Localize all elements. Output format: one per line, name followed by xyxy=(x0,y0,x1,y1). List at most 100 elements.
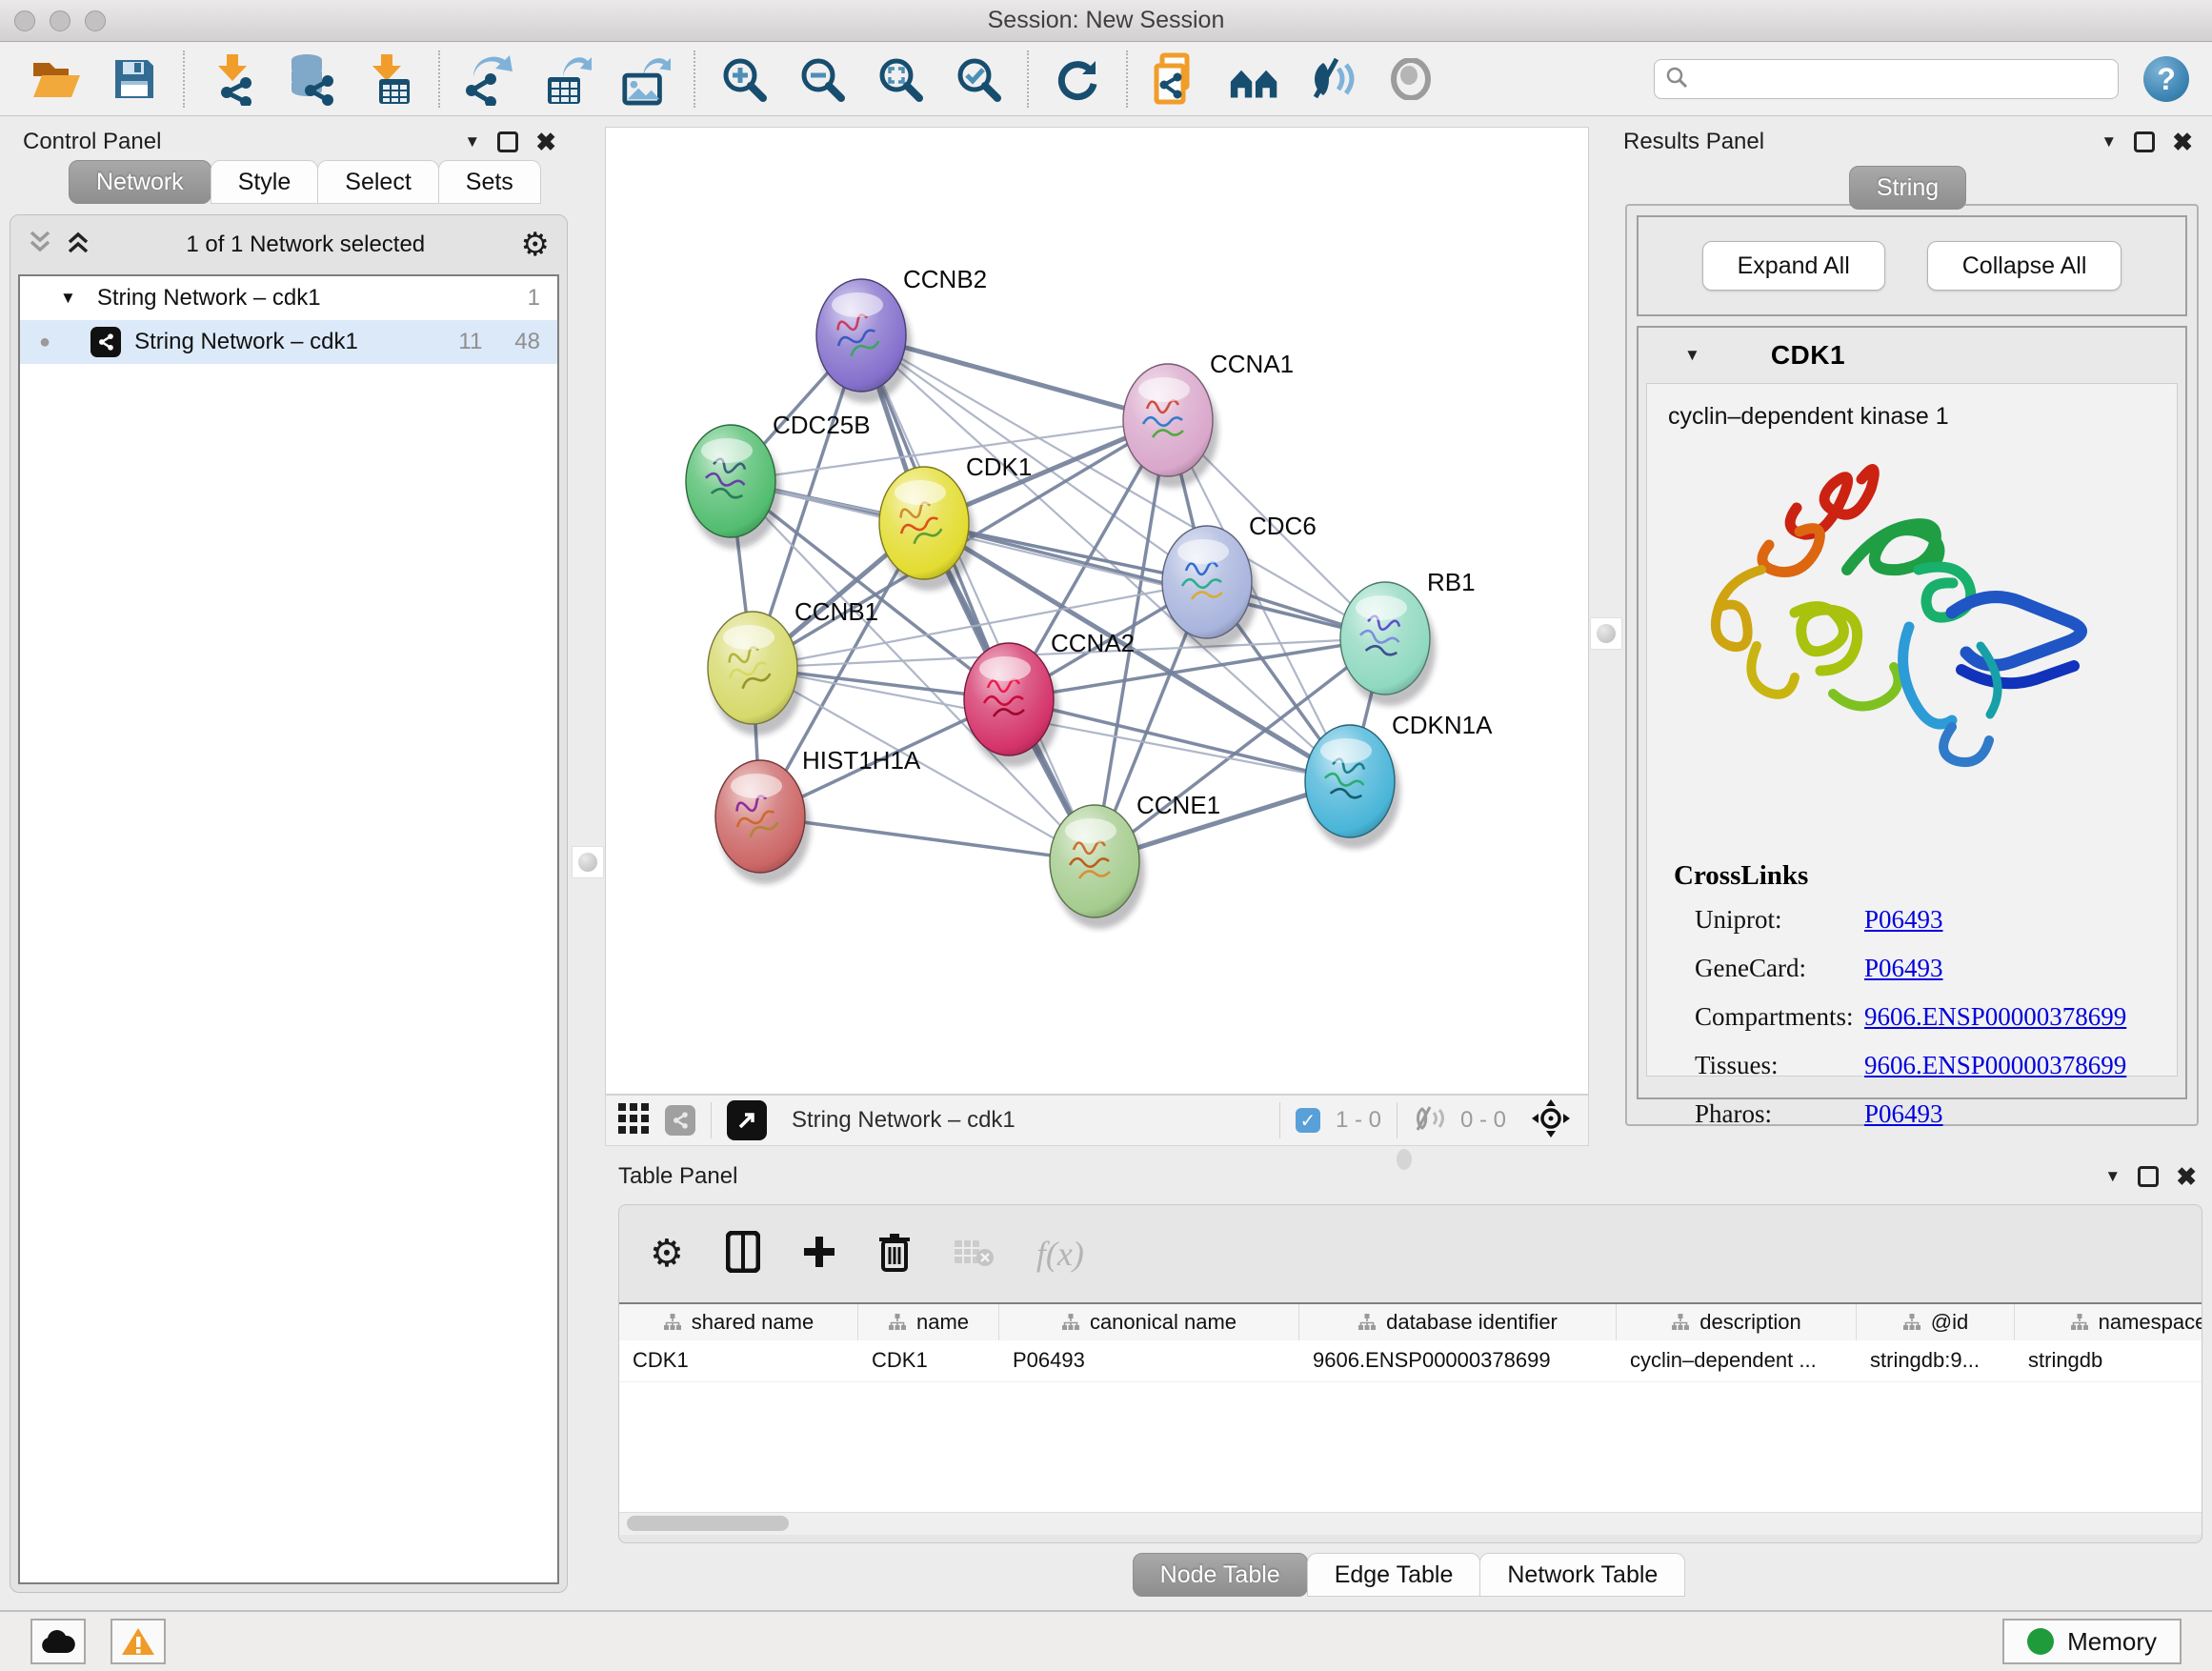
network-tree-item[interactable]: ● String Network – cdk1 11 48 xyxy=(20,320,557,364)
birdseye-grid-icon[interactable] xyxy=(617,1102,650,1139)
help-icon[interactable]: ? xyxy=(2143,56,2189,102)
expand-all-icon[interactable] xyxy=(66,229,90,262)
column-header-description[interactable]: description xyxy=(1617,1304,1857,1340)
network-node-CDC6[interactable] xyxy=(1162,526,1257,650)
network-node-CDK1[interactable] xyxy=(879,467,975,591)
left-divider-handle[interactable] xyxy=(572,846,604,878)
network-node-RB1[interactable] xyxy=(1340,582,1436,706)
search-input[interactable] xyxy=(1697,66,2108,93)
network-node-HIST1H1A[interactable] xyxy=(715,760,811,884)
memory-button[interactable]: Memory xyxy=(2002,1619,2182,1664)
import-table-icon[interactable] xyxy=(364,52,415,106)
eye-icon[interactable] xyxy=(1385,52,1437,106)
column-header--id[interactable]: @id xyxy=(1857,1304,2015,1340)
open-file-icon[interactable] xyxy=(30,52,82,106)
table-cell[interactable]: CDK1 xyxy=(858,1340,999,1381)
network-node-CCNA1[interactable] xyxy=(1123,364,1218,488)
table-panel-menu-icon[interactable]: ▼ xyxy=(2104,1167,2121,1186)
crosslink-link[interactable]: P06493 xyxy=(1864,905,1943,935)
refresh-icon[interactable] xyxy=(1052,52,1103,106)
network-node-CCNB1[interactable] xyxy=(708,612,803,735)
table-horizontal-scrollbar[interactable] xyxy=(619,1512,2202,1535)
column-header-canonical-name[interactable]: canonical name xyxy=(999,1304,1299,1340)
table-cell[interactable]: 9606.ENSP00000378699 xyxy=(1299,1340,1617,1381)
status-bar: Memory xyxy=(0,1610,2212,1671)
save-session-icon[interactable] xyxy=(109,52,160,106)
export-image-icon[interactable] xyxy=(619,52,671,106)
collapse-all-icon[interactable] xyxy=(28,229,52,262)
duplicate-network-icon[interactable] xyxy=(1151,52,1202,106)
column-header-name[interactable]: name xyxy=(858,1304,999,1340)
results-panel-float-icon[interactable] xyxy=(2134,131,2155,152)
expand-all-button[interactable]: Expand All xyxy=(1702,241,1885,291)
table-cell[interactable]: cyclin–dependent ... xyxy=(1617,1340,1857,1381)
cloud-button[interactable] xyxy=(30,1619,86,1664)
tab-string[interactable]: String xyxy=(1849,166,1966,210)
tab-edge-table[interactable]: Edge Table xyxy=(1307,1553,1481,1597)
table-cell[interactable]: stringdb xyxy=(2015,1340,2202,1381)
results-panel-close-icon[interactable]: ✖ xyxy=(2172,130,2193,154)
pan-crosshair-icon[interactable] xyxy=(1531,1098,1571,1143)
export-network-icon[interactable] xyxy=(463,52,514,106)
hidden-eye-icon[interactable] xyxy=(1413,1105,1445,1137)
zoom-in-icon[interactable] xyxy=(718,52,770,106)
table-cell[interactable]: CDK1 xyxy=(619,1340,858,1381)
gene-collapse-icon[interactable]: ▼ xyxy=(1684,346,1700,365)
table-panel-close-icon[interactable]: ✖ xyxy=(2176,1164,2197,1189)
network-tree-root[interactable]: ▼ String Network – cdk1 1 xyxy=(20,276,557,320)
table-cell[interactable]: P06493 xyxy=(999,1340,1299,1381)
import-database-icon[interactable] xyxy=(286,52,337,106)
import-network-icon[interactable] xyxy=(208,52,259,106)
table-settings-gear-icon[interactable]: ⚙ xyxy=(650,1235,684,1273)
tree-collapse-icon[interactable]: ▼ xyxy=(60,289,76,308)
add-column-icon[interactable] xyxy=(802,1235,836,1274)
search-box[interactable] xyxy=(1654,59,2119,99)
show-columns-icon[interactable] xyxy=(726,1231,760,1278)
table-panel-float-icon[interactable] xyxy=(2138,1166,2159,1187)
gear-icon[interactable]: ⚙ xyxy=(521,229,550,261)
network-node-CDKN1A[interactable] xyxy=(1305,725,1400,849)
zoom-selected-icon[interactable] xyxy=(953,52,1004,106)
tab-network[interactable]: Network xyxy=(69,160,211,204)
zoom-out-icon[interactable] xyxy=(796,52,848,106)
table-row[interactable]: CDK1CDK1P064939606.ENSP00000378699cyclin… xyxy=(619,1340,2202,1382)
network-node-CCNA2[interactable] xyxy=(964,643,1059,767)
network-share-icon[interactable] xyxy=(665,1105,695,1136)
crosslinks-title: CrossLinks xyxy=(1674,860,2158,892)
column-header-shared-name[interactable]: shared name xyxy=(619,1304,858,1340)
column-header-namespace[interactable]: namespace xyxy=(2015,1304,2202,1340)
crosslink-link[interactable]: 9606.ENSP00000378699 xyxy=(1864,1051,2126,1080)
tab-sets[interactable]: Sets xyxy=(438,160,541,204)
tab-select[interactable]: Select xyxy=(317,160,438,204)
selected-checkbox-icon[interactable]: ✓ xyxy=(1296,1108,1320,1133)
table-cell[interactable]: stringdb:9... xyxy=(1857,1340,2015,1381)
results-panel-menu-icon[interactable]: ▼ xyxy=(2101,132,2117,151)
scrollbar-thumb[interactable] xyxy=(627,1516,789,1531)
warning-button[interactable] xyxy=(111,1619,166,1664)
crosslink-link[interactable]: 9606.ENSP00000378699 xyxy=(1864,1002,2126,1032)
export-table-icon[interactable] xyxy=(541,52,593,106)
show-glance-icon[interactable] xyxy=(1307,52,1358,106)
delete-table-icon xyxy=(953,1237,995,1272)
network-edge-CDK1-RB1[interactable] xyxy=(924,523,1385,638)
string-home-icon[interactable] xyxy=(1229,52,1280,106)
network-edge-CCNB2-CCNE1[interactable] xyxy=(861,335,1095,861)
network-node-CDC25B[interactable] xyxy=(686,425,781,549)
tab-node-table[interactable]: Node Table xyxy=(1133,1553,1308,1597)
control-panel-menu-icon[interactable]: ▼ xyxy=(464,132,480,151)
cytoscape-window: Session: New Session xyxy=(0,0,2212,1671)
network-node-CCNB2[interactable] xyxy=(816,279,912,403)
crosslink-link[interactable]: P06493 xyxy=(1864,1099,1943,1129)
network-canvas[interactable]: CCNB2CCNA1CDC25BCDK1CDC6RB1CCNB1CCNA2CDK… xyxy=(605,127,1589,1095)
delete-column-icon[interactable] xyxy=(878,1232,911,1277)
tab-style[interactable]: Style xyxy=(211,160,319,204)
zoom-fit-icon[interactable] xyxy=(875,52,926,106)
control-panel-close-icon[interactable]: ✖ xyxy=(535,130,556,154)
crosslink-link[interactable]: P06493 xyxy=(1864,954,1943,983)
control-panel-float-icon[interactable] xyxy=(497,131,518,152)
network-node-CCNE1[interactable] xyxy=(1050,805,1145,929)
detach-view-icon[interactable] xyxy=(727,1100,767,1140)
tab-network-table[interactable]: Network Table xyxy=(1479,1553,1685,1597)
collapse-all-button[interactable]: Collapse All xyxy=(1927,241,2122,291)
column-header-database-identifier[interactable]: database identifier xyxy=(1299,1304,1617,1340)
